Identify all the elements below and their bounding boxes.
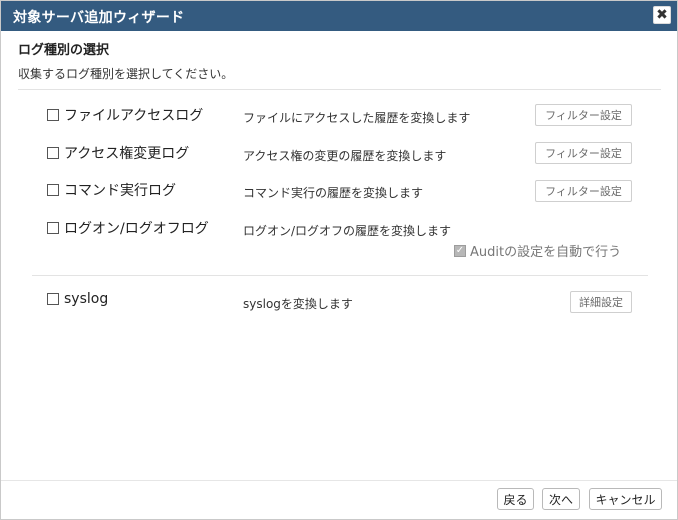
- log-option-description: ファイルにアクセスした履歴を変換します: [243, 111, 471, 125]
- log-option-label: ファイルアクセスログ: [64, 108, 204, 124]
- log-option-syslog[interactable]: syslog: [47, 291, 108, 307]
- close-icon: ✖: [656, 7, 668, 23]
- log-option-command-exec[interactable]: コマンド実行ログ: [47, 180, 176, 200]
- log-option-label: syslog: [64, 291, 109, 307]
- checkbox-syslog[interactable]: [47, 293, 59, 305]
- section-title: ログ種別の選択: [18, 43, 110, 58]
- cancel-button[interactable]: キャンセル: [589, 488, 662, 510]
- checkbox-logon-logoff[interactable]: [47, 222, 59, 234]
- window-title: 対象サーバ追加ウィザード: [13, 10, 185, 26]
- title-bar: 対象サーバ追加ウィザード ✖: [1, 1, 677, 31]
- checkbox-audit-auto[interactable]: ✓: [454, 244, 466, 257]
- instruction-text: 収集するログ種別を選択してください。: [18, 67, 234, 81]
- log-option-logon-logoff[interactable]: ログオン/ログオフログ: [47, 218, 209, 238]
- filter-settings-button-permission-change[interactable]: フィルター設定: [535, 142, 632, 164]
- log-option-description: アクセス権の変更の履歴を変換します: [243, 149, 447, 163]
- log-option-description: syslogを変換します: [243, 297, 353, 311]
- log-option-permission-change[interactable]: アクセス権変更ログ: [47, 143, 189, 163]
- log-option-label: コマンド実行ログ: [64, 183, 176, 199]
- wizard-dialog: 対象サーバ追加ウィザード ✖ ログ種別の選択 収集するログ種別を選択してください…: [0, 0, 678, 520]
- filter-settings-button-file-access[interactable]: フィルター設定: [535, 104, 632, 126]
- checkbox-file-access[interactable]: [47, 109, 59, 121]
- log-option-description: ログオン/ログオフの履歴を変換します: [243, 224, 452, 238]
- checkbox-permission-change[interactable]: [47, 147, 59, 159]
- footer-divider: [1, 480, 677, 481]
- log-option-label: アクセス権変更ログ: [64, 146, 190, 162]
- log-option-label: ログオン/ログオフログ: [64, 221, 209, 237]
- audit-auto-option[interactable]: ✓ Auditの設定を自動で行う: [454, 241, 621, 260]
- detail-settings-button-syslog[interactable]: 詳細設定: [570, 291, 632, 313]
- close-button[interactable]: ✖: [653, 6, 671, 24]
- audit-auto-label: Auditの設定を自動で行う: [470, 245, 622, 260]
- top-divider: [18, 89, 661, 90]
- middle-divider: [32, 275, 648, 276]
- back-button[interactable]: 戻る: [497, 488, 534, 510]
- next-button[interactable]: 次へ: [542, 488, 580, 510]
- log-option-description: コマンド実行の履歴を変換します: [243, 186, 424, 200]
- checkbox-command-exec[interactable]: [47, 184, 59, 196]
- log-option-file-access[interactable]: ファイルアクセスログ: [47, 105, 203, 125]
- filter-settings-button-command-exec[interactable]: フィルター設定: [535, 180, 632, 202]
